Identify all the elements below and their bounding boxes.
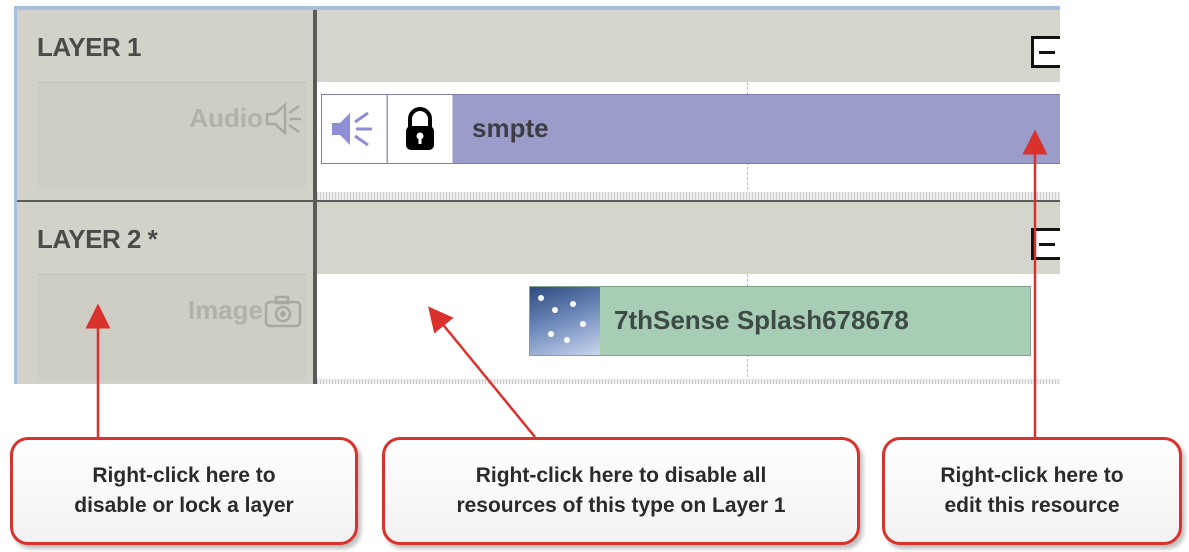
callout-track: Right-click here to disable all resource… bbox=[382, 437, 860, 545]
layer-1-resource-row[interactable]: Audio bbox=[37, 82, 307, 189]
clip-lock-icon-box[interactable] bbox=[388, 95, 453, 163]
image-clip[interactable]: 7thSense Splash678678 bbox=[529, 286, 1031, 356]
layer-1-resource-type: Audio bbox=[189, 103, 263, 133]
layer-1-title: LAYER 1 bbox=[37, 32, 141, 62]
callout-layer: Right-click here to disable or lock a la… bbox=[10, 437, 358, 545]
collapse-button[interactable] bbox=[1031, 36, 1060, 68]
layer-1-track-header bbox=[317, 10, 1060, 82]
layer-2-resource-type: Image bbox=[187, 295, 263, 325]
layer-2-title: LAYER 2 * bbox=[37, 224, 158, 254]
speaker-icon bbox=[265, 102, 301, 136]
timeline-panel: LAYER 1 Audio smpte LAYER 2 * Image 7thS… bbox=[14, 6, 1060, 384]
collapse-button[interactable] bbox=[1031, 228, 1060, 260]
track-ruler bbox=[317, 192, 1060, 200]
layer-1-header[interactable]: LAYER 1 Audio bbox=[17, 10, 314, 200]
layer-1: LAYER 1 Audio smpte bbox=[17, 10, 1060, 200]
audio-clip[interactable]: smpte bbox=[321, 94, 1060, 164]
camera-icon bbox=[264, 295, 302, 328]
layer-1-track[interactable]: smpte bbox=[317, 82, 1060, 200]
layer-2-header[interactable]: LAYER 2 * Image bbox=[17, 202, 314, 384]
clip-speaker-icon-box bbox=[322, 95, 387, 163]
image-clip-name: 7thSense Splash678678 bbox=[614, 305, 909, 335]
thumbnail-image bbox=[530, 287, 600, 355]
layer-2-resource-row[interactable]: Image bbox=[37, 274, 307, 381]
callout-layer-text: Right-click here to disable or lock a la… bbox=[74, 464, 294, 517]
lock-icon[interactable] bbox=[388, 95, 452, 163]
speaker-icon bbox=[332, 111, 372, 147]
callout-track-text: Right-click here to disable all resource… bbox=[456, 464, 786, 517]
layer-2: LAYER 2 * Image 7thSense Splash678678 bbox=[17, 202, 1060, 384]
callout-resource: Right-click here to edit this resource bbox=[882, 437, 1182, 545]
layer-2-track-header bbox=[317, 202, 1060, 274]
callout-resource-text: Right-click here to edit this resource bbox=[940, 464, 1124, 517]
audio-clip-name: smpte bbox=[472, 113, 549, 143]
layer-2-track[interactable]: 7thSense Splash678678 bbox=[317, 274, 1060, 384]
track-ruler bbox=[317, 379, 1060, 384]
